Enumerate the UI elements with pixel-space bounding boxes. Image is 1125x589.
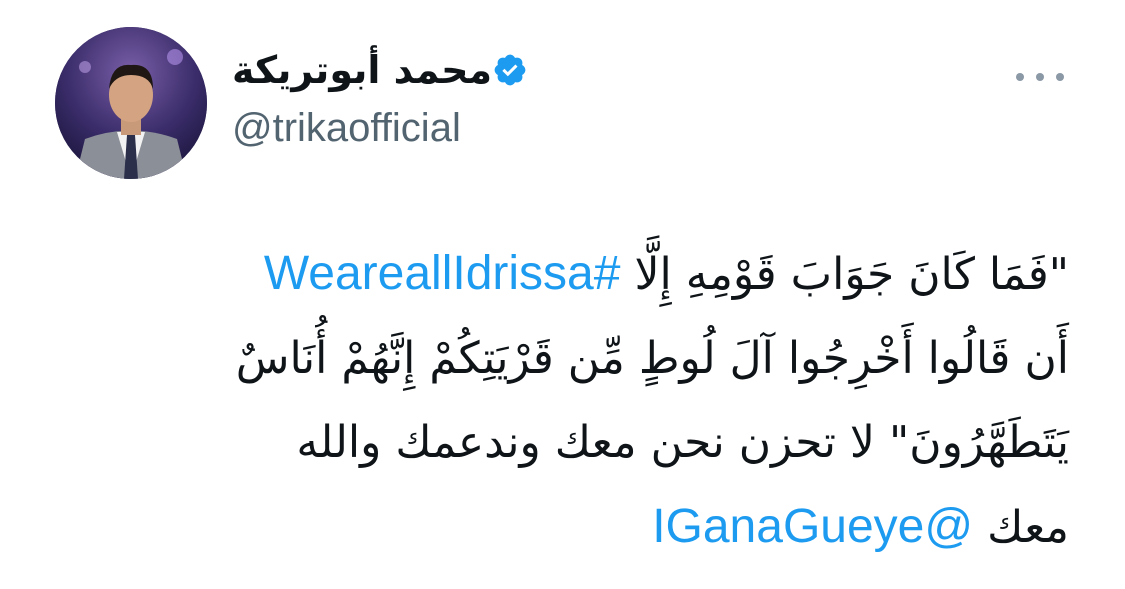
tweet-line-2: أَن قَالُوا أَخْرِجُوا آلَ لُوطٍ مِّن قَ…	[235, 333, 1069, 384]
tweet-card: محمد أبوتريكة @trikaofficial "فَمَا كَان…	[0, 0, 1125, 589]
tweet-line-3: يَتَطَهَّرُونَ" لا تحزن نحن معك وندعمك و…	[296, 417, 1069, 468]
tweet-text-segment: "فَمَا كَانَ جَوَابَ قَوْمِهِ إِلَّا	[634, 249, 1069, 300]
author-display-name[interactable]: محمد أبوتريكة	[232, 48, 492, 92]
author-name-row[interactable]: محمد أبوتريكة	[232, 48, 538, 92]
hashtag-link[interactable]: #WeareallIdrissa	[264, 247, 621, 300]
verified-badge-icon	[492, 52, 528, 88]
tweet-text-segment: معك	[987, 502, 1069, 553]
more-dot	[1056, 73, 1064, 81]
tweet-text: "فَمَا كَانَ جَوَابَ قَوْمِهِ إِلَّا #We…	[59, 232, 1069, 570]
mention-link[interactable]: @IGanaGueye	[652, 500, 973, 553]
more-options-icon[interactable]	[1016, 62, 1064, 92]
tweet-line-4: معك @IGanaGueye	[59, 485, 1069, 570]
more-dot	[1016, 73, 1024, 81]
tweet-line-1: "فَمَا كَانَ جَوَابَ قَوْمِهِ إِلَّا #We…	[59, 232, 1069, 317]
avatar[interactable]	[55, 27, 207, 179]
author-handle[interactable]: @trikaofficial	[232, 106, 461, 151]
more-dot	[1036, 73, 1044, 81]
